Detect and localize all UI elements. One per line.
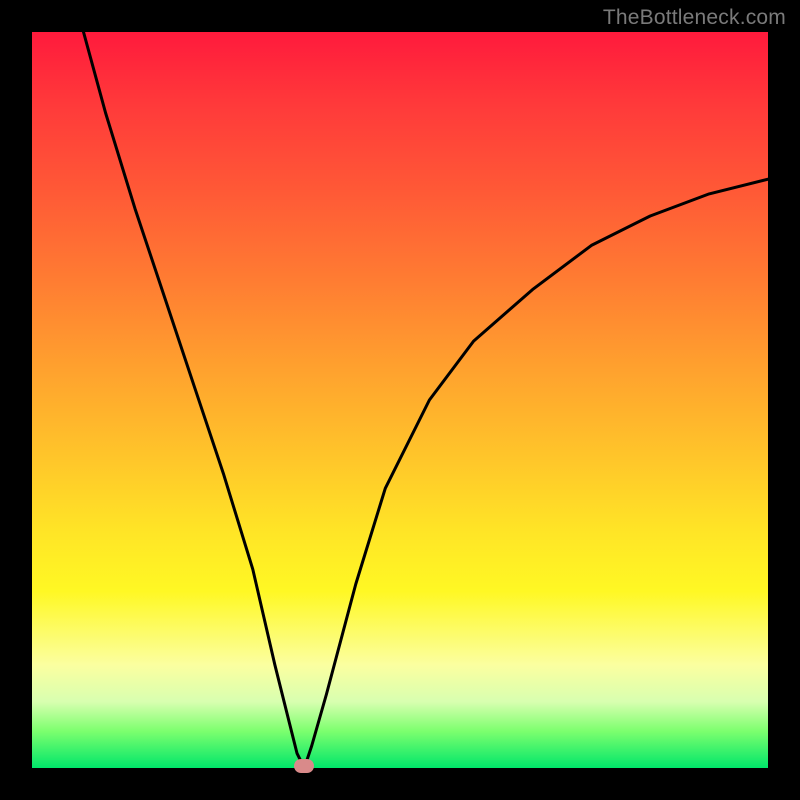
chart-frame: TheBottleneck.com: [0, 0, 800, 800]
bottleneck-curve: [32, 32, 768, 768]
plot-area: [32, 32, 768, 768]
watermark-text: TheBottleneck.com: [603, 6, 786, 30]
optimal-point-marker: [294, 759, 314, 773]
